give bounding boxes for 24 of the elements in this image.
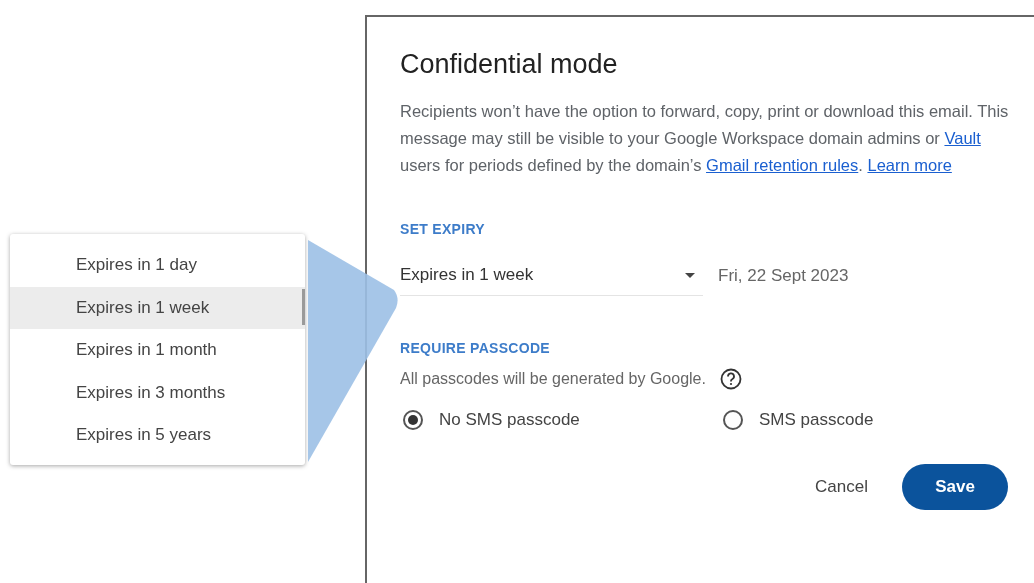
dialog-title: Confidential mode (400, 49, 618, 80)
section-heading: REQUIRE PASSCODE (400, 340, 550, 356)
expiry-select[interactable]: Expires in 1 week (400, 259, 703, 296)
caret-icon (685, 272, 695, 278)
expiry-date: Fri, 22 Sept 2023 (718, 265, 849, 287)
save-button[interactable]: Save (902, 464, 1008, 510)
menu-item[interactable]: Expires in 5 years (10, 414, 305, 457)
section-heading: SET EXPIRY (400, 221, 485, 237)
radio-button[interactable] (403, 410, 423, 430)
radio-button[interactable] (723, 410, 743, 430)
menu-item[interactable]: Expires in 3 months (10, 371, 305, 414)
radio-label: No SMS passcode (439, 410, 580, 430)
help-icon[interactable] (719, 368, 742, 390)
text-link[interactable]: Learn more (867, 156, 952, 174)
scrollbar-thumb[interactable] (302, 288, 305, 325)
cancel-button[interactable]: Cancel (803, 467, 880, 507)
text-link[interactable]: Vault (944, 129, 981, 147)
passcode-note: All passcodes will be generated by Google. (400, 370, 706, 388)
menu-item[interactable]: Expires in 1 month (10, 329, 305, 372)
radio-label: SMS passcode (759, 410, 874, 430)
menu-item[interactable]: Expires in 1 week (10, 286, 305, 329)
text-link[interactable]: Gmail retention rules (706, 156, 859, 174)
description-text: Recipients won’t have the option to forward, copy, print or download this email. This message may still be visible to your Google Workspace domain admins or Vault users for periods defined by the domain’s Gmail retention rules. Learn more (400, 101, 1010, 176)
menu-item[interactable]: Expires in 1 day (10, 244, 305, 287)
